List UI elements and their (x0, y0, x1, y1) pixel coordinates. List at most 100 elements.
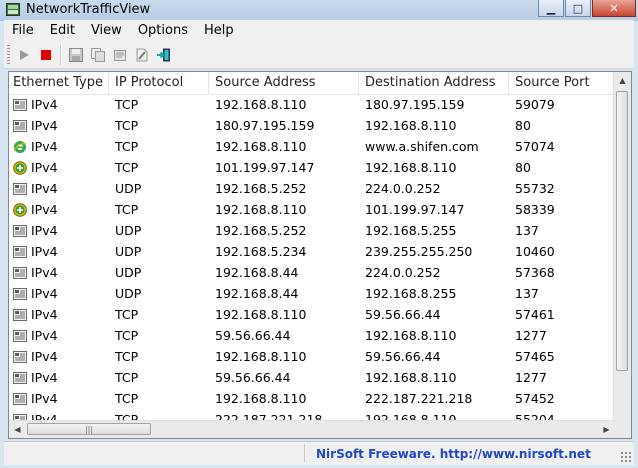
table-row[interactable]: IPv4 TCP 192.168.8.110 222.187.221.218 57452 (9, 388, 615, 409)
ethernet-type-text: IPv4 (31, 160, 58, 175)
app-green-icon (13, 202, 27, 217)
vertical-scroll-thumb[interactable] (616, 91, 628, 371)
copy-button[interactable] (87, 44, 109, 66)
scrollbar-corner (614, 421, 631, 438)
toolbar-separator (60, 44, 62, 65)
close-icon: ✕ (609, 1, 619, 15)
table-row[interactable]: IPv4 TCP 192.168.8.110 101.199.97.147 58339 (9, 199, 615, 220)
network-row-icon (13, 119, 27, 133)
cell-destination-address: 239.255.255.250 (365, 244, 473, 259)
network-row-icon (13, 308, 27, 322)
cell-ethernet-type: IPv4 (9, 220, 109, 241)
save-icon (69, 47, 83, 62)
table-row[interactable]: IPv4 UDP 192.168.8.44 224.0.0.252 57368 (9, 262, 615, 283)
table-row[interactable]: IPv4 TCP 180.97.195.159 192.168.8.110 80 (9, 115, 615, 136)
cell-source-port: 137 (515, 286, 539, 301)
cell-source-port: 57074 (515, 139, 555, 154)
network-row-icon (13, 182, 27, 196)
menu-bar: File Edit View Options Help (4, 20, 634, 41)
play-icon (20, 49, 29, 60)
menu-file[interactable]: File (4, 20, 42, 41)
cell-ip-protocol: UDP (115, 244, 142, 259)
close-button[interactable]: ✕ (592, 0, 636, 17)
network-row-icon (13, 245, 27, 259)
cell-ethernet-type: IPv4 (9, 199, 109, 220)
column-header-source-address[interactable]: Source Address (209, 72, 359, 94)
nirsoft-link[interactable]: NirSoft Freeware. http://www.nirsoft.net (316, 445, 591, 463)
maximize-icon: □ (572, 1, 584, 15)
cell-ip-protocol: TCP (115, 328, 139, 343)
status-text (4, 444, 305, 462)
stop-capture-button[interactable] (35, 44, 57, 66)
column-header-source-port[interactable]: Source Port (509, 72, 615, 94)
horizontal-scroll-thumb[interactable]: ||| (27, 423, 151, 435)
table-row[interactable]: IPv4 TCP 59.56.66.44 192.168.8.110 1277 (9, 367, 615, 388)
cell-destination-address: 192.168.8.110 (365, 118, 457, 133)
cell-ip-protocol: TCP (115, 370, 139, 385)
scroll-left-icon[interactable]: ◀ (9, 421, 26, 438)
cell-destination-address: 222.187.221.218 (365, 391, 473, 406)
traffic-list[interactable]: Ethernet Type IP Protocol Source Address… (8, 71, 632, 439)
cell-ethernet-type: IPv4 (9, 325, 109, 346)
save-button[interactable] (65, 44, 87, 66)
menu-edit[interactable]: Edit (42, 20, 83, 41)
cell-source-address: 192.168.8.110 (215, 307, 307, 322)
minimize-button[interactable]: ▁ (538, 0, 564, 17)
scroll-right-icon[interactable]: ▶ (598, 421, 615, 438)
column-header-destination-address[interactable]: Destination Address (359, 72, 509, 94)
cell-source-address: 192.168.8.110 (215, 349, 307, 364)
table-row[interactable]: IPv4 TCP 59.56.66.44 192.168.8.110 1277 (9, 325, 615, 346)
cell-ip-protocol: TCP (115, 391, 139, 406)
properties-button[interactable] (109, 44, 131, 66)
ethernet-type-text: IPv4 (31, 370, 58, 385)
table-row[interactable]: IPv4 UDP 192.168.5.252 224.0.0.252 55732 (9, 178, 615, 199)
cell-ethernet-type: IPv4 (9, 94, 109, 115)
cell-ip-protocol: UDP (115, 265, 142, 280)
table-row[interactable]: IPv4 TCP 192.168.8.110 180.97.195.159 59079 (9, 94, 615, 115)
network-row-icon (13, 98, 27, 112)
cell-source-address: 192.168.8.110 (215, 139, 307, 154)
exit-button[interactable] (153, 44, 175, 66)
table-row[interactable]: IPv4 TCP 101.199.97.147 192.168.8.110 80 (9, 157, 615, 178)
window-controls: ▁ □ ✕ (537, 0, 636, 18)
ethernet-type-text: IPv4 (31, 202, 58, 217)
menu-options[interactable]: Options (130, 20, 196, 41)
exit-icon (157, 48, 170, 61)
table-row[interactable]: IPv4 TCP 192.168.8.110 59.56.66.44 57465 (9, 346, 615, 367)
cell-destination-address: 192.168.8.110 (365, 328, 457, 343)
stop-icon (41, 49, 51, 60)
horizontal-scrollbar[interactable]: ◀ ||| ▶ (9, 420, 615, 438)
cell-destination-address: 192.168.5.255 (365, 223, 457, 238)
resize-grip[interactable] (620, 451, 632, 463)
table-row[interactable]: IPv4 UDP 192.168.8.44 192.168.8.255 137 (9, 283, 615, 304)
cell-source-address: 101.199.97.147 (215, 160, 315, 175)
scroll-up-icon[interactable]: ▲ (614, 72, 631, 89)
table-row[interactable]: IPv4 UDP 192.168.5.234 239.255.255.250 10460 (9, 241, 615, 262)
network-row-icon (13, 224, 27, 238)
cell-ip-protocol: TCP (115, 139, 139, 154)
cell-source-port: 80 (515, 160, 531, 175)
table-row[interactable]: IPv4 TCP 192.168.8.110 www.a.shifen.com 5707… (9, 136, 615, 157)
menu-view[interactable]: View (83, 20, 130, 41)
cell-source-port: 10460 (515, 244, 555, 259)
network-row-icon (13, 371, 27, 385)
toolbar-grip (7, 44, 10, 65)
menu-help[interactable]: Help (196, 20, 242, 41)
start-capture-button[interactable] (13, 44, 35, 66)
cell-ip-protocol: TCP (115, 202, 139, 217)
table-row[interactable]: IPv4 UDP 192.168.5.252 192.168.5.255 137 (9, 220, 615, 241)
cell-ip-protocol: TCP (115, 118, 139, 133)
html-report-button[interactable] (131, 44, 153, 66)
column-header-ip-protocol[interactable]: IP Protocol (109, 72, 209, 94)
cell-ip-protocol: UDP (115, 181, 142, 196)
vertical-scrollbar[interactable]: ▲ (613, 72, 631, 422)
ethernet-type-text: IPv4 (31, 349, 58, 364)
column-header-ethernet-type[interactable]: Ethernet Type (9, 72, 109, 94)
ethernet-type-text: IPv4 (31, 328, 58, 343)
maximize-button[interactable]: □ (565, 0, 591, 17)
cell-destination-address: www.a.shifen.com (365, 139, 479, 154)
network-row-icon (13, 350, 27, 364)
list-header: Ethernet Type IP Protocol Source Address… (9, 72, 615, 95)
ethernet-type-text: IPv4 (31, 265, 58, 280)
table-row[interactable]: IPv4 TCP 192.168.8.110 59.56.66.44 57461 (9, 304, 615, 325)
